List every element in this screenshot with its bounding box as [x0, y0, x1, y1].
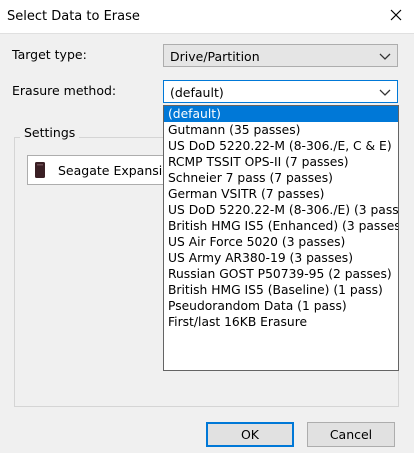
ok-button[interactable]: OK [206, 422, 294, 447]
target-type-label: Target type: [12, 47, 87, 62]
erasure-method-option[interactable]: Pseudorandom Data (1 pass) [164, 298, 398, 314]
drive-icon [35, 162, 45, 178]
title-bar: Select Data to Erase [0, 0, 414, 34]
settings-group-label: Settings [20, 125, 80, 140]
window-title: Select Data to Erase [7, 9, 140, 24]
erasure-method-option[interactable]: US DoD 5220.22-M (8-306./E, C & E) [164, 138, 398, 154]
erasure-method-dropdown-list[interactable]: (default) Gutmann (35 passes) US DoD 5220.… [163, 105, 399, 371]
cancel-button[interactable]: Cancel [307, 422, 395, 447]
erasure-method-option[interactable]: US Air Force 5020 (3 passes) [164, 234, 398, 250]
erasure-method-option[interactable]: (default) [164, 106, 398, 122]
erasure-method-option[interactable]: German VSITR (7 passes) [164, 186, 398, 202]
erasure-method-option[interactable]: British HMG IS5 (Enhanced) (3 passes) [164, 218, 398, 234]
erasure-method-option[interactable]: US Army AR380-19 (3 passes) [164, 250, 398, 266]
erasure-method-label: Erasure method: [12, 83, 117, 98]
erasure-method-option[interactable]: RCMP TSSIT OPS-II (7 passes) [164, 154, 398, 170]
target-type-select[interactable]: Drive/Partition [163, 44, 398, 67]
erasure-method-option[interactable]: Russian GOST P50739-95 (2 passes) [164, 266, 398, 282]
target-type-value: Drive/Partition [170, 49, 260, 64]
erasure-method-select[interactable]: (default) [163, 80, 398, 103]
chevron-down-icon [379, 53, 391, 60]
chevron-down-icon [379, 89, 391, 96]
erasure-method-option[interactable]: Schneier 7 pass (7 passes) [164, 170, 398, 186]
erasure-method-value: (default) [170, 85, 224, 100]
erasure-method-option[interactable]: First/last 16KB Erasure [164, 314, 398, 330]
erasure-method-option[interactable]: US DoD 5220.22-M (8-306./E) (3 passes) [164, 202, 398, 218]
erasure-method-option[interactable]: Gutmann (35 passes) [164, 122, 398, 138]
close-icon[interactable] [388, 7, 404, 23]
erasure-method-option[interactable]: British HMG IS5 (Baseline) (1 pass) [164, 282, 398, 298]
